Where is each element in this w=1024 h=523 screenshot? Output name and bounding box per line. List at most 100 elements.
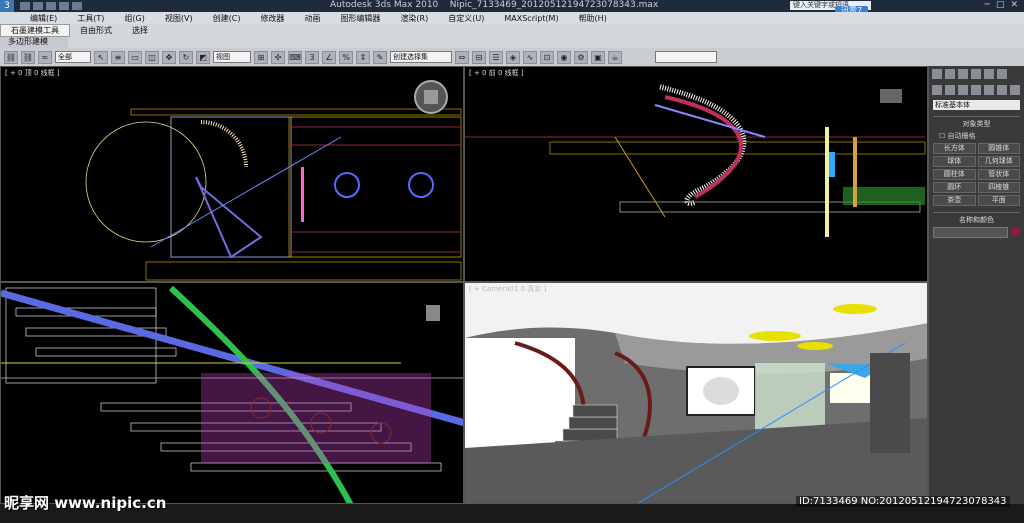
teapot-button[interactable]: 茶壶 — [933, 195, 976, 206]
viewport-front[interactable]: [ + 0 前 0 线框 ] — [464, 66, 928, 282]
systems-icon[interactable] — [1010, 85, 1020, 95]
object-color-swatch[interactable] — [1011, 227, 1020, 236]
plane-button[interactable]: 平面 — [977, 195, 1020, 206]
watermark-id: ID:7133469 NO:20120512194723078343 — [796, 496, 1010, 507]
schematic-view-icon[interactable]: ⊡ — [540, 50, 554, 64]
command-panel: 标准基本体 对象类型 ☐ 自动栅格 长方体 圆锥体 球体 几何球体 圆柱体 管状… — [928, 66, 1024, 512]
reference-coord-select[interactable]: 视图 — [213, 51, 251, 63]
tab-selection[interactable]: 选择 — [122, 25, 158, 36]
sphere-button[interactable]: 球体 — [933, 156, 976, 167]
undo-icon[interactable] — [59, 2, 69, 10]
menu-views[interactable]: 视图(V) — [155, 13, 203, 24]
window-crossing-icon[interactable]: ◫ — [145, 50, 159, 64]
angle-snap-icon[interactable]: ∠ — [322, 50, 336, 64]
cone-button[interactable]: 圆锥体 — [977, 143, 1020, 154]
layer-manager-icon[interactable]: ☰ — [489, 50, 503, 64]
keyboard-shortcut-icon[interactable]: ⌨ — [288, 50, 302, 64]
menu-edit[interactable]: 编辑(E) — [20, 13, 67, 24]
tab-graphite-modeling[interactable]: 石墨建模工具 — [0, 23, 70, 37]
box-button[interactable]: 长方体 — [933, 143, 976, 154]
pivot-icon[interactable]: ⊞ — [254, 50, 268, 64]
tube-button[interactable]: 管状体 — [977, 169, 1020, 180]
snap-3d-icon[interactable]: 3 — [305, 50, 319, 64]
render-setup-icon[interactable]: ⚙ — [574, 50, 588, 64]
viewport-left[interactable] — [0, 282, 464, 504]
percent-snap-icon[interactable]: % — [339, 50, 353, 64]
close-icon[interactable]: ✕ — [1010, 0, 1018, 10]
select-by-name-icon[interactable]: ≡ — [111, 50, 125, 64]
viewport-top-label[interactable]: [ + 0 顶 0 线框 ] — [5, 68, 60, 78]
geometry-icon[interactable] — [932, 85, 942, 95]
viewport-camera-label[interactable]: [ + Camera01 0 真实 ] — [469, 284, 546, 294]
maximize-icon[interactable]: □ — [996, 0, 1005, 10]
viewport-camera[interactable]: [ + Camera01 0 真实 ] — [464, 282, 928, 504]
app-logo-icon[interactable]: 3 — [0, 0, 14, 12]
menu-create[interactable]: 创建(C) — [203, 13, 251, 24]
lights-icon[interactable] — [958, 85, 968, 95]
select-object-icon[interactable]: ↖ — [94, 50, 108, 64]
new-file-icon[interactable] — [20, 2, 30, 10]
spinner-snap-icon[interactable]: ⇕ — [356, 50, 370, 64]
rotate-icon[interactable]: ↻ — [179, 50, 193, 64]
display-tab-icon[interactable] — [984, 69, 994, 79]
bind-space-warp-icon[interactable]: ≈ — [38, 50, 52, 64]
object-type-rollout-title[interactable]: 对象类型 — [933, 116, 1020, 129]
modify-tab-icon[interactable] — [945, 69, 955, 79]
front-view-wireframe — [465, 84, 926, 237]
selection-filter-select[interactable]: 全部 — [55, 51, 91, 63]
render-preset-select[interactable] — [655, 51, 717, 63]
save-file-icon[interactable] — [46, 2, 56, 10]
tab-freeform[interactable]: 自由形式 — [70, 25, 122, 36]
redo-icon[interactable] — [72, 2, 82, 10]
pyramid-button[interactable]: 四棱锥 — [977, 182, 1020, 193]
geosphere-button[interactable]: 几何球体 — [977, 156, 1020, 167]
graphite-toggle-icon[interactable]: ◈ — [506, 50, 520, 64]
ribbon-subtab-polygon-modeling[interactable]: 多边形建模 — [0, 36, 68, 48]
move-icon[interactable]: ✥ — [162, 50, 176, 64]
primitive-category-select[interactable]: 标准基本体 — [933, 100, 1020, 110]
menu-customize[interactable]: 自定义(U) — [438, 13, 494, 24]
scale-icon[interactable]: ◩ — [196, 50, 210, 64]
shapes-icon[interactable] — [945, 85, 955, 95]
menu-rendering[interactable]: 渲染(R) — [390, 13, 438, 24]
quick-render-icon[interactable]: ☕ — [608, 50, 622, 64]
align-icon[interactable]: ⊟ — [472, 50, 486, 64]
create-tab-icon[interactable] — [932, 69, 942, 79]
utilities-tab-icon[interactable] — [997, 69, 1007, 79]
menu-maxscript[interactable]: MAXScript(M) — [494, 14, 568, 23]
minimize-icon[interactable]: ─ — [985, 0, 990, 10]
helpers-icon[interactable] — [984, 85, 994, 95]
curve-editor-icon[interactable]: ∿ — [523, 50, 537, 64]
viewport-front-label[interactable]: [ + 0 前 0 线框 ] — [469, 68, 524, 78]
mirror-icon[interactable]: ⇔ — [455, 50, 469, 64]
autogrid-checkbox[interactable]: ☐ 自动栅格 — [939, 131, 1014, 141]
rect-selection-icon[interactable]: ▭ — [128, 50, 142, 64]
menu-group[interactable]: 组(G) — [114, 13, 154, 24]
viewport-top[interactable]: [ + 0 顶 0 线框 ] — [0, 66, 464, 282]
material-editor-icon[interactable]: ◉ — [557, 50, 571, 64]
link-icon[interactable]: ⛓ — [4, 50, 18, 64]
unlink-icon[interactable]: ⛓ — [21, 50, 35, 64]
menu-animation[interactable]: 动画 — [294, 13, 330, 24]
cameras-icon[interactable] — [971, 85, 981, 95]
open-file-icon[interactable] — [33, 2, 43, 10]
select-manipulate-icon[interactable]: ✣ — [271, 50, 285, 64]
object-name-field[interactable] — [933, 227, 1008, 238]
menu-help[interactable]: 帮助(H) — [569, 13, 617, 24]
cylinder-button[interactable]: 圆柱体 — [933, 169, 976, 180]
rendered-frame-icon[interactable]: ▣ — [591, 50, 605, 64]
graphite-ribbon: 石墨建模工具 自由形式 选择 多边形建模 — [0, 23, 1024, 48]
menu-tools[interactable]: 工具(T) — [67, 13, 114, 24]
hierarchy-tab-icon[interactable] — [958, 69, 968, 79]
title-bar: 3 Autodesk 3ds Max 2010 Nipic_7133469_20… — [0, 0, 1024, 16]
menu-modifiers[interactable]: 修改器 — [250, 13, 294, 24]
name-color-rollout-title[interactable]: 名称和颜色 — [933, 212, 1020, 225]
edit-named-selection-icon[interactable]: ✎ — [373, 50, 387, 64]
menu-graph-editors[interactable]: 图形编辑器 — [330, 13, 390, 24]
torus-button[interactable]: 圆环 — [933, 182, 976, 193]
space-warps-icon[interactable] — [997, 85, 1007, 95]
camera-render-scene — [465, 283, 927, 503]
motion-tab-icon[interactable] — [971, 69, 981, 79]
named-selection-set-select[interactable]: 创建选择集 — [390, 51, 452, 63]
autogrid-label: 自动栅格 — [947, 132, 976, 140]
